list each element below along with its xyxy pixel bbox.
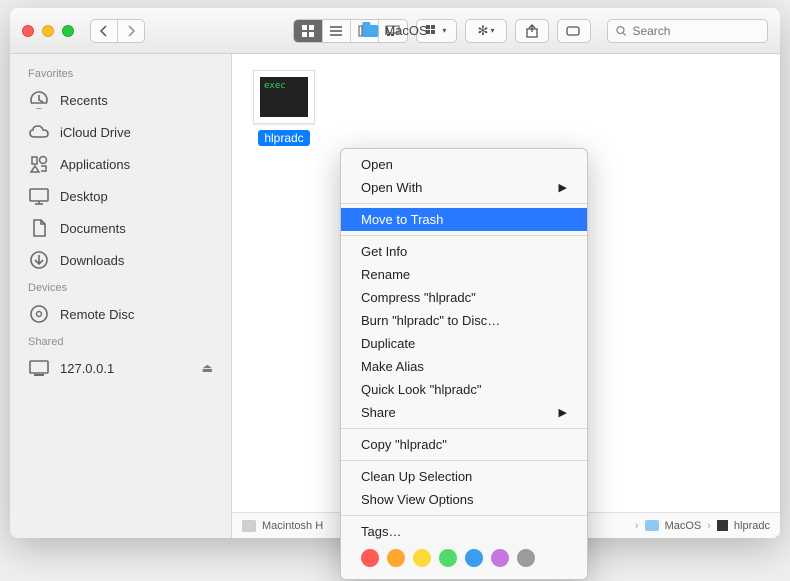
menu-item-duplicate[interactable]: Duplicate — [341, 332, 587, 355]
exec-badge-text: exec — [264, 81, 286, 91]
exec-icon: exec — [253, 70, 315, 124]
tag-color[interactable] — [361, 549, 379, 567]
sidebar-item-label: Recents — [60, 93, 108, 108]
zoom-icon[interactable] — [62, 25, 74, 37]
window-title-text: MacOS — [384, 23, 427, 38]
sidebar-item-remote-disc[interactable]: Remote Disc — [10, 298, 231, 330]
menu-item-open-with[interactable]: Open With▶ — [341, 176, 587, 199]
sidebar-section-devices: Devices — [10, 276, 231, 298]
sidebar-item-label: 127.0.0.1 — [60, 361, 114, 376]
close-icon[interactable] — [22, 25, 34, 37]
sidebar-item-downloads[interactable]: Downloads — [10, 244, 231, 276]
file-mini-icon — [717, 520, 728, 531]
desktop-icon — [28, 185, 50, 207]
menu-item-quick-look-hlpradc[interactable]: Quick Look "hlpradc" — [341, 378, 587, 401]
titlebar: MacOS ▾ ✻▾ — [10, 8, 780, 54]
menu-separator — [341, 515, 587, 516]
share-button[interactable] — [515, 19, 549, 43]
menu-item-share[interactable]: Share▶ — [341, 401, 587, 424]
clock-icon — [28, 89, 50, 111]
menu-item-get-info[interactable]: Get Info — [341, 240, 587, 263]
sidebar-item-icloud[interactable]: iCloud Drive — [10, 116, 231, 148]
sidebar-item-documents[interactable]: Documents — [10, 212, 231, 244]
chevron-right-icon: ▶ — [559, 406, 567, 419]
back-button[interactable] — [91, 20, 117, 42]
sidebar-item-applications[interactable]: Applications — [10, 148, 231, 180]
disk-icon — [242, 520, 256, 532]
menu-item-clean-up-selection[interactable]: Clean Up Selection — [341, 465, 587, 488]
menu-item-show-view-options[interactable]: Show View Options — [341, 488, 587, 511]
chevron-right-icon: ▶ — [559, 181, 567, 194]
apps-icon — [28, 153, 50, 175]
tag-color[interactable] — [439, 549, 457, 567]
icloud-icon — [28, 121, 50, 143]
menu-item-burn-hlpradc-to-disc[interactable]: Burn "hlpradc" to Disc… — [341, 309, 587, 332]
menu-separator — [341, 203, 587, 204]
menu-item-compress-hlpradc[interactable]: Compress "hlpradc" — [341, 286, 587, 309]
sidebar-item-label: Remote Disc — [60, 307, 134, 322]
forward-button[interactable] — [117, 20, 143, 42]
sidebar-item-label: Downloads — [60, 253, 124, 268]
file-item-hlpradc[interactable]: exec hlpradc — [248, 70, 320, 146]
tag-color[interactable] — [491, 549, 509, 567]
pc-icon — [28, 357, 50, 379]
nav-buttons — [90, 19, 145, 43]
sidebar-item-label: iCloud Drive — [60, 125, 131, 140]
tag-colors-row — [341, 543, 587, 575]
disc-icon — [28, 303, 50, 325]
menu-item-make-alias[interactable]: Make Alias — [341, 355, 587, 378]
menu-separator — [341, 428, 587, 429]
menu-separator — [341, 235, 587, 236]
sidebar-section-shared: Shared — [10, 330, 231, 352]
path-file[interactable]: hlpradc — [734, 520, 770, 532]
documents-icon — [28, 217, 50, 239]
file-label: hlpradc — [258, 130, 309, 146]
path-folder[interactable]: MacOS — [665, 520, 702, 532]
sidebar-item-network-host[interactable]: 127.0.0.1 ⏏ — [10, 352, 231, 384]
context-menu: OpenOpen With▶ Move to Trash Get InfoRenam… — [340, 148, 588, 580]
view-list-button[interactable] — [322, 20, 350, 42]
folder-icon — [362, 25, 378, 37]
menu-item-open[interactable]: Open — [341, 153, 587, 176]
sidebar-item-label: Desktop — [60, 189, 108, 204]
tag-color[interactable] — [387, 549, 405, 567]
minimize-icon[interactable] — [42, 25, 54, 37]
view-icons-button[interactable] — [294, 20, 322, 42]
window-title: MacOS — [362, 23, 427, 38]
menu-item-rename[interactable]: Rename — [341, 263, 587, 286]
search-input[interactable] — [632, 24, 759, 38]
sidebar-item-label: Applications — [60, 157, 130, 172]
traffic-lights — [22, 25, 74, 37]
menu-item-copy-hlpradc[interactable]: Copy "hlpradc" — [341, 433, 587, 456]
menu-separator — [341, 460, 587, 461]
tag-color[interactable] — [517, 549, 535, 567]
action-button[interactable]: ✻▾ — [465, 19, 507, 43]
tags-button[interactable] — [557, 19, 591, 43]
tag-color[interactable] — [465, 549, 483, 567]
sidebar-section-favorites: Favorites — [10, 62, 231, 84]
sidebar-item-recents[interactable]: Recents — [10, 84, 231, 116]
sidebar-item-label: Documents — [60, 221, 126, 236]
chevron-right-icon: › — [707, 520, 711, 532]
sidebar-item-desktop[interactable]: Desktop — [10, 180, 231, 212]
tag-color[interactable] — [413, 549, 431, 567]
downloads-icon — [28, 249, 50, 271]
path-disk[interactable]: Macintosh H — [262, 520, 323, 532]
search-icon — [616, 25, 627, 37]
menu-item-move-to-trash[interactable]: Move to Trash — [341, 208, 587, 231]
sidebar: Favorites Recents iCloud Drive Applicati… — [10, 54, 232, 538]
eject-icon[interactable]: ⏏ — [202, 361, 213, 375]
menu-item-tags[interactable]: Tags… — [341, 520, 587, 543]
search-box[interactable] — [607, 19, 768, 43]
chevron-right-icon: › — [635, 520, 639, 532]
folder-icon — [645, 520, 659, 531]
